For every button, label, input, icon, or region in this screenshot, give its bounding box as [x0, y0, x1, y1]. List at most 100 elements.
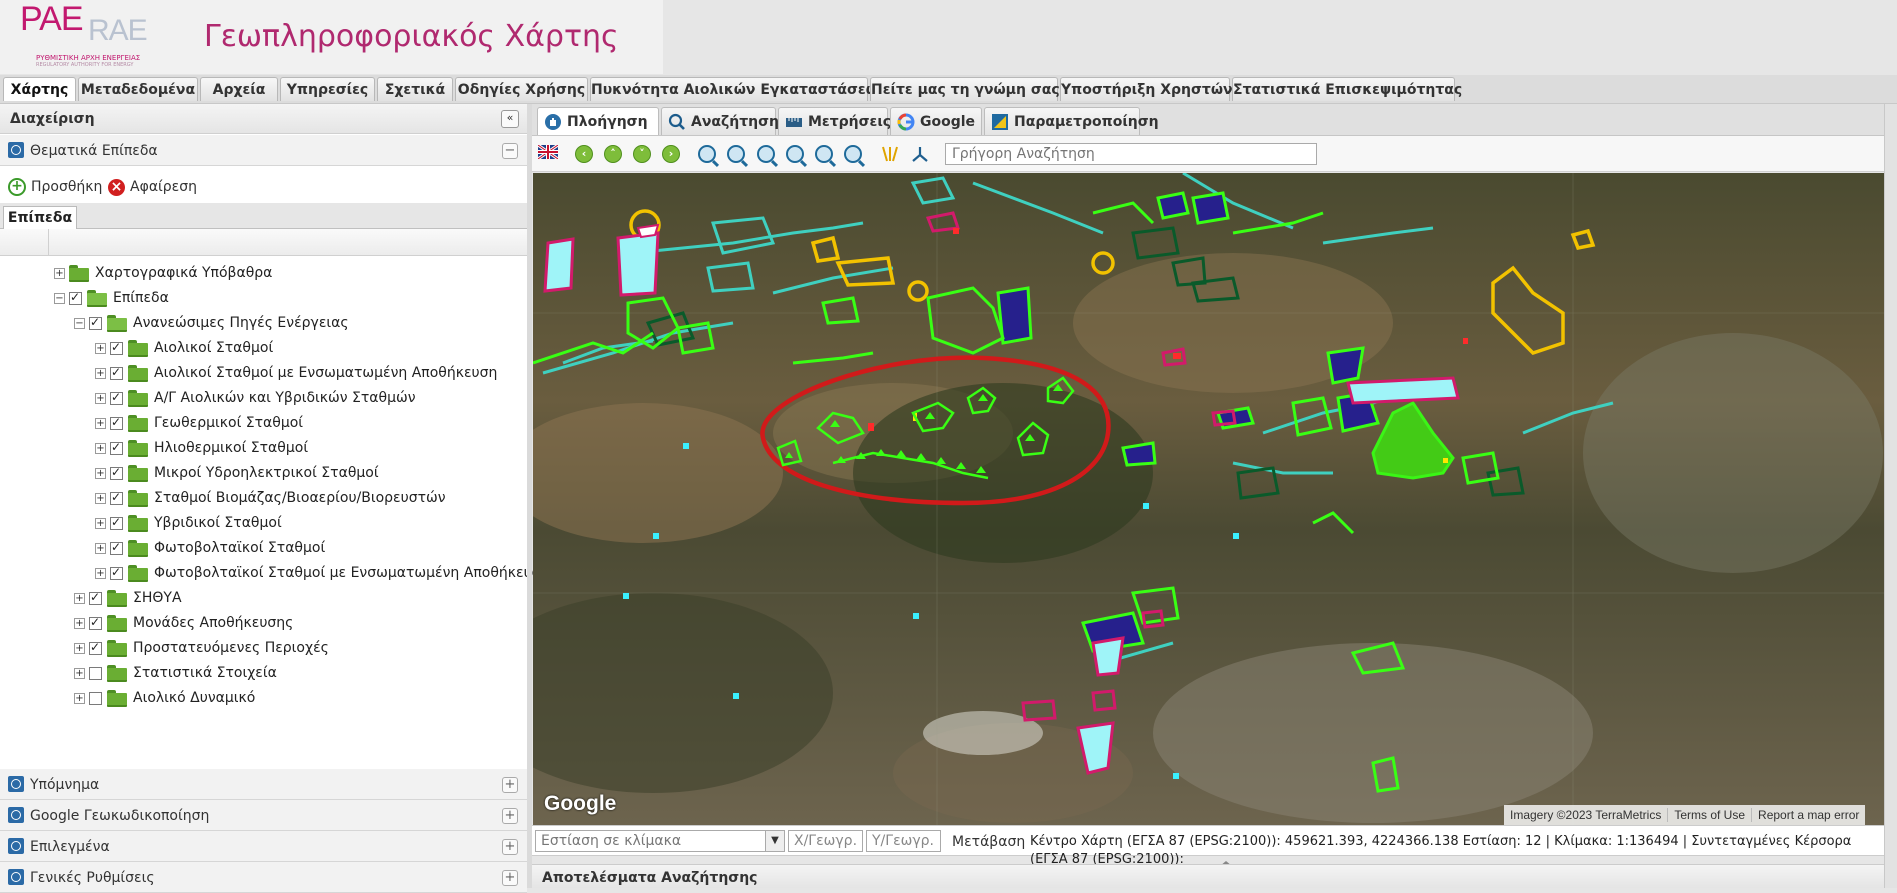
results-resize-handle[interactable]	[1212, 856, 1240, 866]
pan-up-icon[interactable]: ˄	[604, 145, 622, 163]
layer-checkbox[interactable]	[110, 390, 123, 405]
expand-toggle[interactable]: +	[74, 617, 85, 629]
layer-checkbox[interactable]	[89, 640, 102, 655]
layer-checkbox[interactable]	[110, 565, 123, 580]
tab-visit-stats[interactable]: Στατιστικά Επισκεψιμότητας	[1232, 77, 1462, 101]
expand-toggle[interactable]: +	[74, 592, 85, 604]
tree-node-storage-units[interactable]: + Μονάδες Αποθήκευσης	[74, 611, 293, 635]
tab-search[interactable]: Αναζήτηση	[661, 107, 779, 135]
google-geocoding-section[interactable]: Google Γεωκωδικοποίηση +	[0, 800, 527, 831]
measure-icon[interactable]	[910, 145, 930, 163]
tab-layers[interactable]: Επίπεδα	[3, 206, 77, 229]
expand-toggle[interactable]: +	[95, 442, 106, 454]
tree-node-wind-potential[interactable]: + Αιολικό Δυναμικό	[74, 686, 255, 710]
general-settings-section[interactable]: Γενικές Ρυθμίσεις +	[0, 862, 527, 893]
collapse-toggle[interactable]: −	[54, 292, 65, 304]
expand-toggle[interactable]: +	[74, 667, 85, 679]
quick-search-input[interactable]	[945, 143, 1317, 165]
goto-button[interactable]: Μετάβαση	[952, 834, 1025, 850]
collapse-toggle[interactable]: −	[74, 317, 85, 329]
zoom-next-icon[interactable]	[844, 145, 862, 163]
expand-toggle[interactable]: +	[74, 642, 85, 654]
tab-feedback[interactable]: Πείτε μας τη γνώμη σας	[870, 77, 1060, 101]
tab-files[interactable]: Αρχεία	[200, 77, 278, 101]
tree-node-pv[interactable]: + Φωτοβολταϊκοί Σταθμοί	[95, 536, 325, 560]
tree-node-basemaps[interactable]: + Χαρτογραφικά Υπόβαθρα	[54, 261, 272, 285]
x-coordinate-input[interactable]: Χ/Γεωγρ.	[788, 830, 863, 852]
legend-section[interactable]: Υπόμνημα +	[0, 769, 527, 800]
collapse-panel-button[interactable]: «	[501, 110, 519, 128]
zoom-out-icon[interactable]	[727, 145, 745, 163]
expand-toggle[interactable]: +	[95, 367, 106, 379]
tree-node-statistics[interactable]: + Στατιστικά Στοιχεία	[74, 661, 277, 685]
chevron-down-icon[interactable]: ▼	[765, 831, 784, 851]
identify-icon[interactable]	[881, 145, 901, 163]
tree-node-layers[interactable]: − Επίπεδα	[54, 286, 169, 310]
y-coordinate-input[interactable]: Υ/Γεωγρ.	[866, 830, 941, 852]
tree-node-protected-areas[interactable]: + Προστατευόμενες Περιοχές	[74, 636, 329, 660]
collapse-section-button[interactable]: −	[502, 143, 518, 159]
tab-map[interactable]: Χάρτης	[3, 77, 76, 101]
expand-toggle[interactable]: +	[95, 517, 106, 529]
tree-node-solar-thermal[interactable]: + Ηλιοθερμικοί Σταθμοί	[95, 436, 308, 460]
zoom-box-icon[interactable]	[757, 145, 775, 163]
layer-checkbox[interactable]	[110, 365, 123, 380]
tab-about[interactable]: Σχετικά	[377, 77, 453, 101]
tab-metadata[interactable]: Μεταδεδομένα	[78, 77, 198, 101]
tab-measurements[interactable]: Μετρήσεις	[778, 107, 891, 135]
zoom-in-icon[interactable]	[698, 145, 716, 163]
panel-splitter[interactable]	[527, 104, 532, 888]
expand-toggle[interactable]: +	[95, 417, 106, 429]
layer-checkbox[interactable]	[110, 415, 123, 430]
expand-toggle[interactable]: +	[54, 267, 65, 279]
layer-checkbox[interactable]	[110, 515, 123, 530]
layer-checkbox[interactable]	[89, 691, 102, 705]
layer-checkbox[interactable]	[110, 490, 123, 505]
report-error-link[interactable]: Report a map error	[1752, 808, 1865, 822]
pan-down-icon[interactable]: ˅	[633, 145, 651, 163]
tree-node-hybrid[interactable]: + Υβριδικοί Σταθμοί	[95, 511, 282, 535]
expand-toggle[interactable]: +	[95, 342, 106, 354]
tab-wind-density[interactable]: Πυκνότητα Αιολικών Εγκαταστάσεων	[590, 77, 887, 101]
expand-toggle[interactable]: +	[95, 542, 106, 554]
tab-user-support[interactable]: Υποστήριξη Χρηστών	[1060, 77, 1233, 101]
layer-checkbox[interactable]	[110, 440, 123, 455]
tab-user-guide[interactable]: Οδηγίες Χρήσης	[455, 77, 588, 101]
layer-checkbox[interactable]	[89, 666, 102, 680]
uk-flag-icon[interactable]	[537, 143, 559, 161]
tree-node-wind-turbines[interactable]: + Α/Γ Αιολικών και Υβριδικών Σταθμών	[95, 386, 416, 410]
remove-layer-button[interactable]: × Αφαίρεση	[108, 177, 197, 197]
expand-section-button[interactable]: +	[502, 777, 518, 793]
pan-right-icon[interactable]: ›	[662, 145, 680, 163]
layer-checkbox[interactable]	[89, 590, 102, 605]
expand-toggle[interactable]: +	[95, 392, 106, 404]
terms-link[interactable]: Terms of Use	[1668, 808, 1753, 822]
layer-checkbox[interactable]	[69, 290, 82, 305]
right-panel-collapsed[interactable]	[1884, 104, 1897, 888]
layer-checkbox[interactable]	[89, 315, 102, 330]
tab-navigation[interactable]: Πλοήγηση	[537, 107, 659, 135]
tree-node-wind-storage[interactable]: + Αιολικοί Σταθμοί με Ενσωματωμένη Αποθή…	[95, 361, 497, 385]
tab-services[interactable]: Υπηρεσίες	[280, 77, 375, 101]
tree-node-renewables[interactable]: − Ανανεώσιμες Πηγές Ενέργειας	[74, 311, 349, 335]
expand-toggle[interactable]: +	[95, 467, 106, 479]
expand-toggle[interactable]: +	[74, 692, 85, 704]
tree-node-chp[interactable]: + ΣΗΘΥΑ	[74, 586, 182, 610]
tree-node-small-hydro[interactable]: + Μικροί Υδροηλεκτρικοί Σταθμοί	[95, 461, 379, 485]
add-layer-button[interactable]: + Προσθήκη	[8, 177, 102, 197]
tab-parameters[interactable]: Παραμετροποίηση	[984, 107, 1159, 135]
expand-toggle[interactable]: +	[95, 567, 106, 579]
expand-toggle[interactable]: +	[95, 492, 106, 504]
tab-google[interactable]: Google	[890, 107, 982, 135]
search-results-header[interactable]: Αποτελέσματα Αναζήτησης	[532, 864, 1884, 888]
layer-checkbox[interactable]	[89, 615, 102, 630]
selected-section[interactable]: Επιλεγμένα +	[0, 831, 527, 862]
tree-node-wind-stations[interactable]: + Αιολικοί Σταθμοί	[95, 336, 273, 360]
tree-node-pv-storage[interactable]: + Φωτοβολταϊκοί Σταθμοί με Ενσωματωμένη …	[95, 561, 549, 585]
expand-section-button[interactable]: +	[502, 808, 518, 824]
expand-section-button[interactable]: +	[502, 870, 518, 886]
scale-select[interactable]: Εστίαση σε κλίμακα ▼	[535, 830, 785, 852]
pan-left-icon[interactable]: ‹	[575, 145, 593, 163]
layer-checkbox[interactable]	[110, 340, 123, 355]
zoom-extent-icon[interactable]	[786, 145, 804, 163]
